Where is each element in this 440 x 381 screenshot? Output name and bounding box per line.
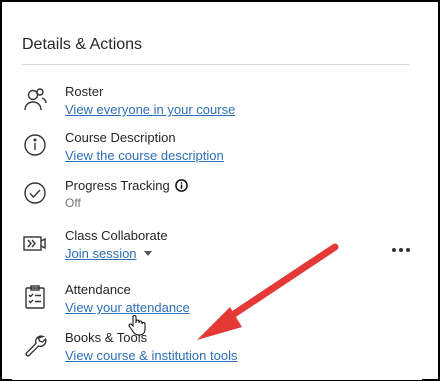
roster-label: Roster bbox=[65, 84, 104, 99]
progress-info-icon[interactable] bbox=[174, 179, 188, 192]
section-title: Details & Actions bbox=[22, 36, 143, 53]
attendance-label: Attendance bbox=[65, 282, 131, 297]
books-tools-item: Books & Tools View course & institution … bbox=[22, 328, 342, 368]
join-session-text: Join session bbox=[65, 246, 137, 261]
hand-cursor-icon bbox=[128, 315, 146, 336]
view-course-description-link[interactable]: View the course description bbox=[65, 148, 224, 163]
progress-tracking-status: Off bbox=[65, 196, 81, 210]
class-collaborate-label: Class Collaborate bbox=[65, 228, 168, 243]
class-collaborate-item: Class Collaborate Join session bbox=[22, 226, 342, 266]
collaborate-icon bbox=[22, 230, 48, 256]
progress-tracking-text: Progress Tracking bbox=[65, 178, 170, 193]
join-session-link[interactable]: Join session bbox=[65, 246, 152, 261]
attendance-icon bbox=[22, 284, 48, 310]
roster-icon bbox=[22, 86, 48, 112]
course-description-label: Course Description bbox=[65, 130, 176, 145]
attendance-item: Attendance View your attendance bbox=[22, 280, 342, 320]
course-description-item: Course Description View the course descr… bbox=[22, 128, 342, 168]
view-institution-tools-link[interactable]: View course & institution tools bbox=[65, 348, 237, 363]
view-roster-link[interactable]: View everyone in your course bbox=[65, 102, 235, 117]
roster-item: Roster View everyone in your course bbox=[22, 82, 342, 122]
chevron-down-icon bbox=[143, 251, 152, 256]
progress-tracking-label: Progress Tracking bbox=[65, 178, 188, 193]
progress-check-icon bbox=[22, 180, 48, 206]
info-icon bbox=[22, 132, 48, 158]
section-divider bbox=[22, 64, 409, 65]
view-attendance-link[interactable]: View your attendance bbox=[65, 300, 190, 315]
wrench-icon bbox=[22, 332, 48, 358]
progress-tracking-item: Progress Tracking Off bbox=[22, 176, 342, 216]
more-options-icon[interactable] bbox=[390, 244, 412, 256]
